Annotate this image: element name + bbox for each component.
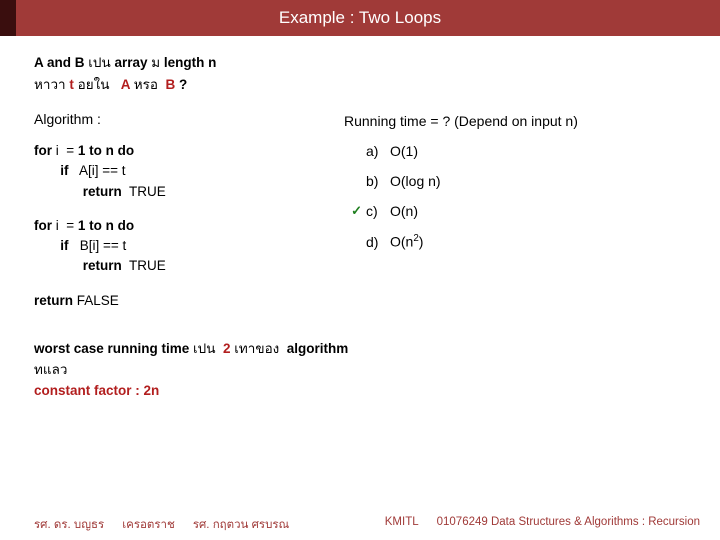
footer-institution: KMITL: [385, 516, 419, 534]
opt-value: O(n2): [390, 233, 423, 250]
opt-label: c): [366, 203, 390, 219]
option-d: d) O(n2): [344, 233, 692, 250]
algorithm-column: Algorithm : for i = 1 to n do if A[i] ==…: [34, 111, 314, 325]
worst-line-3: constant factor : 2n: [34, 381, 692, 402]
txt: algorithm: [287, 341, 349, 356]
txt: length n: [164, 55, 217, 70]
option-c: ✓ c) O(n): [344, 203, 692, 219]
worst-line-1: worst case running time เปน 2 เทาของ alg…: [34, 339, 692, 360]
txt: constant factor :: [34, 383, 144, 398]
slide-content: A and B เปน array ม length n หาวา t อยใน…: [0, 36, 720, 402]
txt: อยใน: [78, 77, 114, 92]
opt-value: O(log n): [390, 173, 441, 189]
txt: หาวา: [34, 77, 69, 92]
algorithm-block-3: return FALSE: [34, 291, 314, 311]
options-list: a) O(1) b) O(log n) ✓ c) O(n) d) O(n2): [344, 143, 692, 250]
footer-author-2: เครอตราช: [122, 516, 175, 534]
txt: ?: [179, 77, 187, 92]
txt: เทาของ: [234, 341, 283, 356]
txt: ม: [151, 55, 164, 70]
answers-column: Running time = ? (Depend on input n) a) …: [344, 111, 692, 325]
slide-title: Example : Two Loops: [279, 8, 441, 28]
worst-line-2: ทแลว: [34, 360, 692, 381]
footer-author-3: รศ. กฤตวน ศรบรณ: [193, 516, 289, 534]
title-bar: Example : Two Loops: [0, 0, 720, 36]
accent-block: [0, 0, 16, 36]
txt: A: [121, 77, 134, 92]
problem-line-1: A and B เปน array ม length n: [34, 52, 692, 74]
txt: หรอ: [134, 77, 162, 92]
txt: เปน: [193, 341, 219, 356]
txt: 2n: [144, 383, 160, 398]
txt: เปน: [88, 55, 114, 70]
txt: worst case running time: [34, 341, 193, 356]
algorithm-heading: Algorithm :: [34, 111, 314, 127]
opt-value: O(1): [390, 143, 418, 159]
txt: A and B: [34, 55, 88, 70]
opt-label: d): [366, 234, 390, 250]
option-a: a) O(1): [344, 143, 692, 159]
slide-footer: รศ. ดร. บญธร เครอตราช รศ. กฤตวน ศรบรณ KM…: [0, 516, 720, 534]
opt-label: b): [366, 173, 390, 189]
txt: B: [166, 77, 180, 92]
footer-author-1: รศ. ดร. บญธร: [34, 516, 104, 534]
worst-case-note: worst case running time เปน 2 เทาของ alg…: [34, 339, 692, 402]
check-icon: ✓: [344, 203, 362, 219]
opt-value: O(n): [390, 203, 418, 219]
opt-label: a): [366, 143, 390, 159]
txt: t: [69, 77, 77, 92]
txt: 2: [223, 341, 234, 356]
two-column-layout: Algorithm : for i = 1 to n do if A[i] ==…: [34, 111, 692, 325]
txt: array: [114, 55, 151, 70]
algorithm-block-2: for i = 1 to n do if B[i] == t return TR…: [34, 216, 314, 277]
algorithm-block-1: for i = 1 to n do if A[i] == t return TR…: [34, 141, 314, 202]
problem-statement: A and B เปน array ม length n หาวา t อยใน…: [34, 52, 692, 95]
problem-line-2: หาวา t อยใน A หรอ B ?: [34, 74, 692, 96]
running-time-question: Running time = ? (Depend on input n): [344, 113, 692, 129]
footer-course: 01076249 Data Structures & Algorithms : …: [437, 516, 700, 534]
option-b: b) O(log n): [344, 173, 692, 189]
